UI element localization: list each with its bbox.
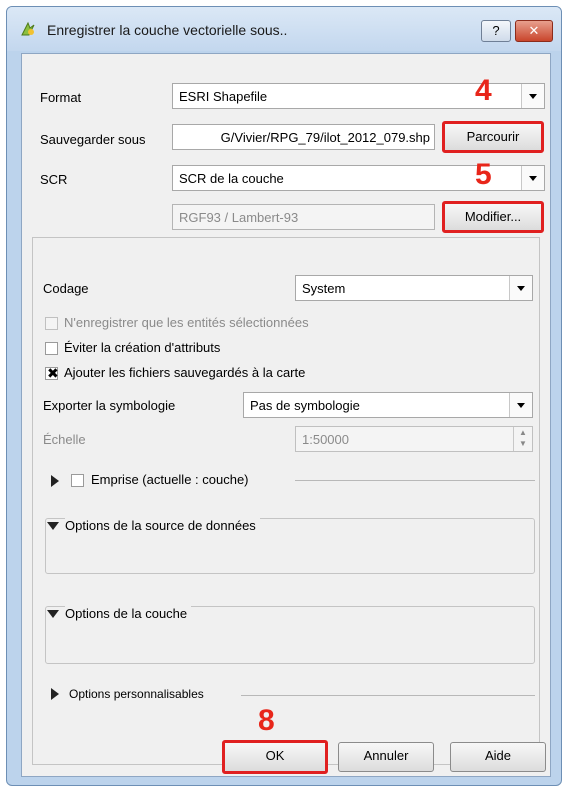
expand-custom-options-icon[interactable] — [51, 688, 59, 700]
dialog-body: Format ESRI Shapefile 4 Sauvegarder sous… — [21, 53, 551, 777]
extent-checkbox[interactable] — [71, 474, 84, 487]
format-value: ESRI Shapefile — [179, 89, 268, 104]
expand-extent-icon[interactable] — [51, 475, 59, 487]
encoding-value: System — [302, 281, 346, 296]
save-as-input[interactable]: G/Vivier/RPG_79/ilot_2012_079.shp — [172, 124, 435, 150]
layer-options-label: Options de la couche — [65, 606, 192, 621]
step-5-annotation: 5 — [475, 158, 492, 191]
add-to-map-label: Ajouter les fichiers sauvegardés à la ca… — [64, 365, 306, 380]
crs-label: SCR — [40, 172, 68, 187]
browse-button[interactable]: Parcourir — [442, 121, 544, 153]
ok-button-label: OK — [265, 748, 285, 763]
chevron-down-icon[interactable] — [509, 393, 532, 417]
crs-value: SCR de la couche — [179, 171, 284, 186]
collapse-datasource-icon[interactable] — [47, 522, 59, 530]
encoding-label: Codage — [43, 281, 89, 296]
step-4-annotation: 4 — [475, 74, 492, 107]
scale-spinbox: 1:50000 ▲ ▼ — [295, 426, 533, 452]
crs-detail-value: RGF93 / Lambert-93 — [179, 210, 299, 225]
datasource-options-label: Options de la source de données — [65, 518, 260, 533]
dialog-window: Enregistrer la couche vectorielle sous..… — [6, 6, 562, 786]
save-as-value: G/Vivier/RPG_79/ilot_2012_079.shp — [220, 130, 430, 145]
save-as-label: Sauvegarder sous — [40, 132, 146, 147]
crs-detail-field: RGF93 / Lambert-93 — [172, 204, 435, 230]
scale-value: 1:50000 — [302, 432, 349, 447]
scale-label: Échelle — [43, 432, 86, 447]
symbology-combo[interactable]: Pas de symbologie — [243, 392, 533, 418]
question-icon: ? — [492, 23, 500, 38]
selected-only-label: N'enregistrer que les entités sélectionn… — [64, 315, 309, 330]
step-8-annotation: 8 — [258, 704, 275, 737]
custom-options-separator — [241, 695, 535, 696]
help-title-button[interactable]: ? — [481, 20, 511, 42]
cancel-button-label: Annuler — [363, 748, 409, 763]
selected-only-checkbox[interactable] — [45, 317, 58, 330]
symbology-label: Exporter la symbologie — [43, 398, 176, 413]
chevron-down-icon[interactable] — [521, 166, 544, 190]
window-title: Enregistrer la couche vectorielle sous.. — [47, 22, 288, 38]
avoid-attributes-checkbox[interactable] — [45, 342, 58, 355]
chevron-down-icon[interactable] — [521, 84, 544, 108]
add-to-map-checkbox[interactable]: ✖ — [45, 365, 59, 381]
qgis-icon — [19, 20, 37, 38]
encoding-combo[interactable]: System — [295, 275, 533, 301]
modify-crs-button[interactable]: Modifier... — [442, 201, 544, 233]
ok-button[interactable]: OK — [222, 740, 328, 774]
close-icon: ✕ — [528, 23, 540, 38]
help-button[interactable]: Aide — [450, 742, 546, 772]
avoid-attributes-label: Éviter la création d'attributs — [64, 340, 221, 355]
chevron-down-icon[interactable] — [509, 276, 532, 300]
extent-separator — [295, 480, 535, 481]
title-bar[interactable]: Enregistrer la couche vectorielle sous..… — [7, 7, 561, 51]
spin-arrows-icon: ▲ ▼ — [513, 427, 532, 451]
format-label: Format — [40, 90, 82, 105]
browse-button-label: Parcourir — [466, 129, 520, 144]
cancel-button[interactable]: Annuler — [338, 742, 434, 772]
custom-options-label: Options personnalisables — [69, 687, 204, 701]
check-icon: ✖ — [47, 365, 59, 381]
options-panel: Codage System N'enregistrer que les enti… — [32, 237, 540, 765]
close-title-button[interactable]: ✕ — [515, 20, 553, 42]
help-button-label: Aide — [484, 748, 512, 763]
modify-crs-button-label: Modifier... — [464, 209, 522, 224]
symbology-value: Pas de symbologie — [250, 398, 360, 413]
extent-label: Emprise (actuelle : couche) — [91, 472, 249, 487]
collapse-layer-options-icon[interactable] — [47, 610, 59, 618]
